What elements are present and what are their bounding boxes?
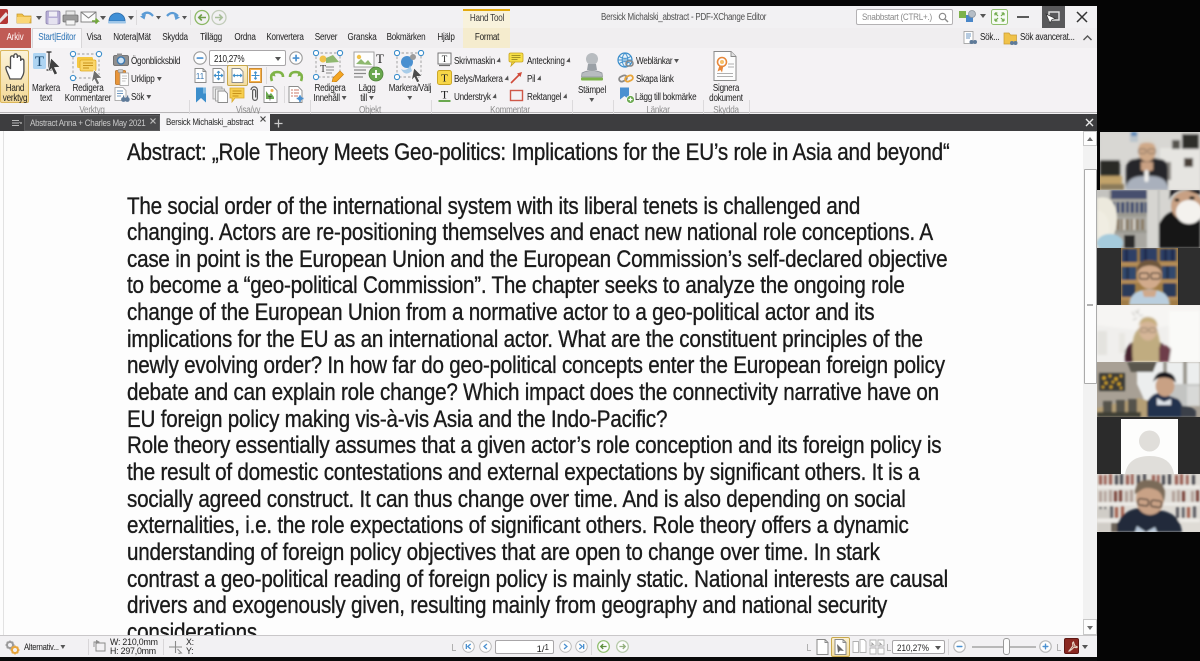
svg-text:T: T [268, 96, 272, 103]
svg-text:11: 11 [196, 72, 205, 81]
svg-text:T: T [442, 54, 448, 64]
svg-text:T: T [35, 54, 44, 70]
svg-text:T: T [376, 51, 384, 66]
svg-text:T: T [441, 88, 449, 102]
svg-text:T: T [441, 73, 448, 85]
svg-text:T: T [320, 64, 326, 75]
